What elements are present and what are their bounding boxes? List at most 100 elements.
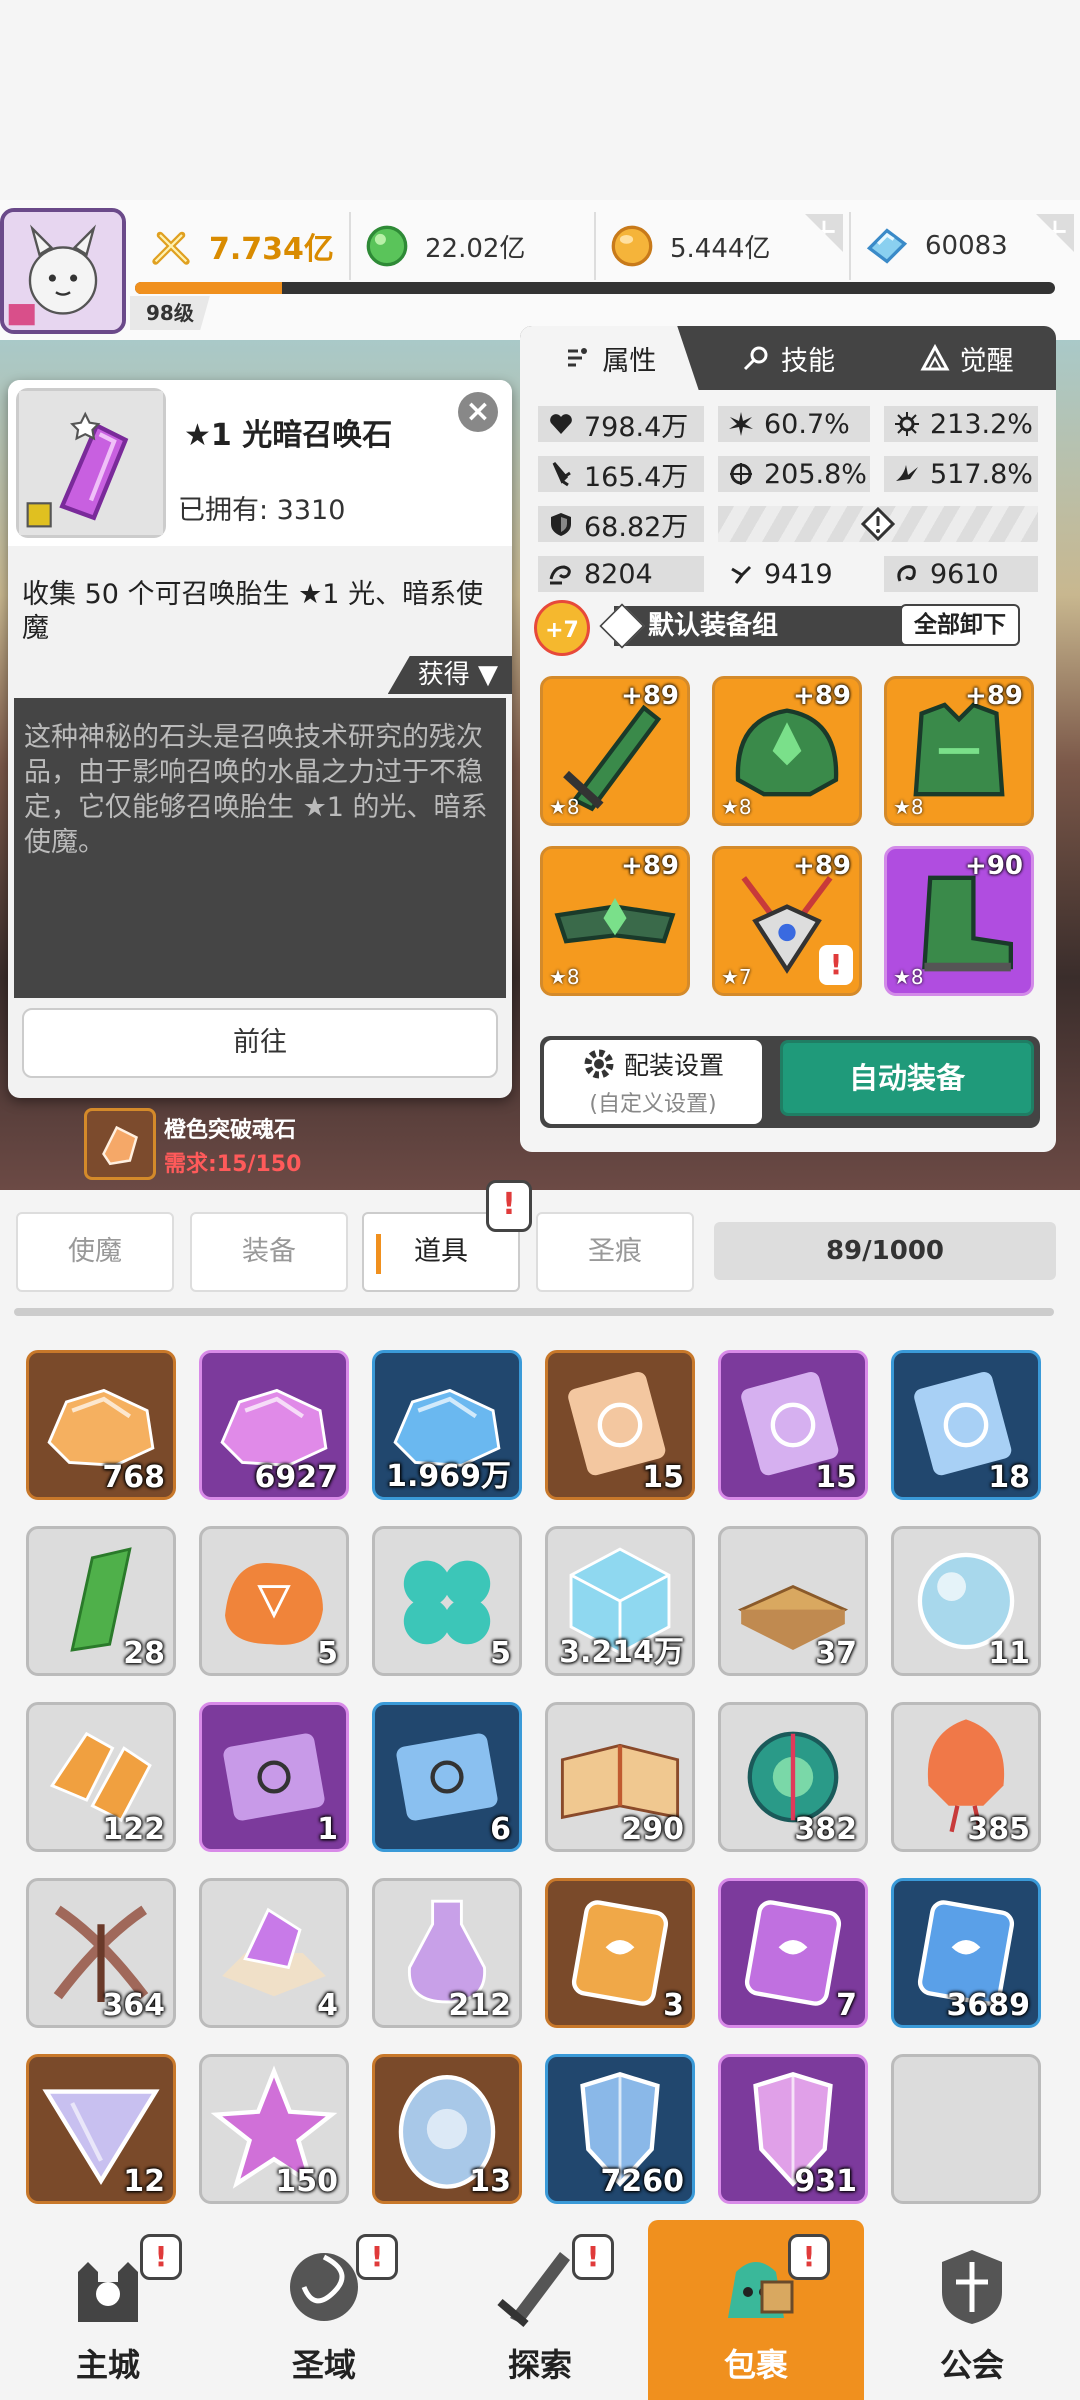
inventory-empty-slot[interactable] <box>891 2054 1041 2204</box>
inventory-item[interactable]: 15 <box>545 1350 695 1500</box>
combat-power: 7.734亿 <box>135 212 351 280</box>
inventory-item[interactable]: 382 <box>718 1702 868 1852</box>
diamond-icon <box>866 228 908 264</box>
equipment-slot[interactable]: +89 ★8 <box>712 676 862 826</box>
character-panel: 属性 技能 觉醒 798.4万 60.7% 213.2% 165.4万 205.… <box>520 326 1056 1152</box>
equipment-stars: ★8 <box>893 965 924 989</box>
tab-attributes[interactable]: 属性 <box>520 326 699 390</box>
popup-title: ★1 光暗召唤石 <box>184 418 393 453</box>
item-count: 15 <box>815 1460 857 1495</box>
category-equipment[interactable]: 装备 <box>190 1212 348 1292</box>
add-gold-button[interactable]: + <box>805 214 843 252</box>
obtain-dropdown[interactable]: 获得 ▼ <box>387 656 512 694</box>
player-avatar[interactable] <box>0 208 126 334</box>
equipment-stars: ★8 <box>549 965 580 989</box>
item-count: 290 <box>621 1812 684 1847</box>
swirl-icon <box>549 565 571 585</box>
inventory-item[interactable]: 385 <box>891 1702 1041 1852</box>
hint-requirement: 需求:15/150 <box>164 1152 302 1177</box>
inventory-divider <box>14 1308 1054 1316</box>
nav-label: 探索 <box>507 2346 572 2384</box>
equipment-warning-badge: ! <box>819 945 853 985</box>
tab-awaken[interactable]: 觉醒 <box>877 326 1056 390</box>
enhance-level-badge[interactable]: +7 <box>534 600 590 656</box>
equipment-level: +89 <box>965 681 1023 711</box>
equipment-slot[interactable]: +89 ★8 <box>540 846 690 996</box>
inventory-item[interactable]: 6927 <box>199 1350 349 1500</box>
equipment-stars: ★8 <box>721 795 752 819</box>
loadout-settings-button[interactable]: 配装设置 (自定义设置) <box>544 1040 762 1124</box>
inventory-item[interactable]: 364 <box>26 1878 176 2028</box>
inventory-item[interactable]: 4 <box>199 1878 349 2028</box>
stat-crit-rate-value: 60.7% <box>764 408 850 440</box>
inventory-item[interactable]: 7 <box>718 1878 868 2028</box>
inventory-item[interactable]: 150 <box>199 2054 349 2204</box>
inventory-item[interactable]: 5 <box>372 1526 522 1676</box>
inventory-item[interactable]: 212 <box>372 1878 522 2028</box>
stat-extra-3-value: 9610 <box>930 558 999 590</box>
breakthrough-hint[interactable]: 橙色突破魂石 需求:15/150 <box>84 1108 464 1180</box>
category-familiar[interactable]: 使魔 <box>16 1212 174 1292</box>
nav-item-3[interactable]: 包裹! <box>648 2220 864 2400</box>
loadout-settings-label: 配装设置 <box>623 1051 724 1080</box>
nav-item-4[interactable]: 公会 <box>864 2220 1080 2400</box>
inventory-item[interactable]: 290 <box>545 1702 695 1852</box>
equipment-level: +89 <box>621 851 679 881</box>
tab-skills[interactable]: 技能 <box>699 326 878 390</box>
equipment-level: +89 <box>793 851 851 881</box>
stat-hp-value: 798.4万 <box>584 411 689 443</box>
nav-label: 包裹 <box>723 2346 788 2384</box>
close-icon[interactable]: × <box>458 392 498 432</box>
item-count: 3.214万 <box>559 1635 684 1670</box>
stat-extra-2: 9419 <box>718 556 870 592</box>
add-diamond-button[interactable]: + <box>1036 214 1074 252</box>
stat-crit-damage-value: 213.2% <box>930 408 1033 440</box>
stat-extra-1: 8204 <box>538 556 704 592</box>
inventory-item[interactable]: 1.969万 <box>372 1350 522 1500</box>
nav-item-0[interactable]: 主城! <box>0 2220 216 2400</box>
inventory-item[interactable]: 18 <box>891 1350 1041 1500</box>
inventory-item[interactable]: 768 <box>26 1350 176 1500</box>
equipment-slot[interactable]: +89 ★8 <box>884 676 1034 826</box>
inventory-item[interactable]: 7260 <box>545 2054 695 2204</box>
nav-label: 圣域 <box>291 2346 356 2384</box>
item-count: 37 <box>815 1636 857 1671</box>
inventory-item[interactable]: 3 <box>545 1878 695 2028</box>
inventory-item[interactable]: 931 <box>718 2054 868 2204</box>
inventory-item[interactable]: 13 <box>372 2054 522 2204</box>
inventory-item[interactable]: 12 <box>26 2054 176 2204</box>
inventory-item[interactable]: 3689 <box>891 1878 1041 2028</box>
inventory-item[interactable]: 15 <box>718 1350 868 1500</box>
unequip-all-button[interactable]: 全部卸下 <box>900 604 1020 646</box>
inventory-item[interactable]: 28 <box>26 1526 176 1676</box>
diamond-value: 60083 <box>925 231 1008 261</box>
nav-alert-badge: ! <box>356 2234 398 2280</box>
item-count: 12 <box>123 2164 165 2199</box>
equipment-stars: ★8 <box>893 795 924 819</box>
inventory-item[interactable]: 11 <box>891 1526 1041 1676</box>
stats-block: 798.4万 60.7% 213.2% 165.4万 205.8% 517.8%… <box>538 406 1038 606</box>
nav-item-1[interactable]: 圣域! <box>216 2220 432 2400</box>
nav-item-2[interactable]: 探索! <box>432 2220 648 2400</box>
summon-stone-icon <box>16 388 166 538</box>
wing-icon <box>896 465 918 481</box>
awaken-icon <box>920 343 950 371</box>
equipment-slot[interactable]: +89 ★8 <box>540 676 690 826</box>
inventory-item[interactable]: 5 <box>199 1526 349 1676</box>
equipment-slot[interactable]: +89 ★7! <box>712 846 862 996</box>
inventory-item[interactable]: 1 <box>199 1702 349 1852</box>
category-stigmata[interactable]: 圣痕 <box>536 1212 694 1292</box>
equipment-slot[interactable]: +90 ★8 <box>884 846 1034 996</box>
inventory-item[interactable]: 6 <box>372 1702 522 1852</box>
inventory-item[interactable]: 3.214万 <box>545 1526 695 1676</box>
stat-extra-2-value: 9419 <box>764 558 833 590</box>
go-button[interactable]: 前往 <box>22 1008 498 1078</box>
inventory-item[interactable]: 37 <box>718 1526 868 1676</box>
stat-attack: 165.4万 <box>538 456 704 493</box>
auto-equip-button[interactable]: 自动装备 <box>780 1040 1034 1116</box>
inventory-capacity: 89/1000 <box>714 1222 1056 1280</box>
stat-extra-3: 9610 <box>884 556 1038 592</box>
gear-icon <box>584 1049 614 1079</box>
inventory-item[interactable]: 122 <box>26 1702 176 1852</box>
dagger-icon <box>552 462 571 487</box>
